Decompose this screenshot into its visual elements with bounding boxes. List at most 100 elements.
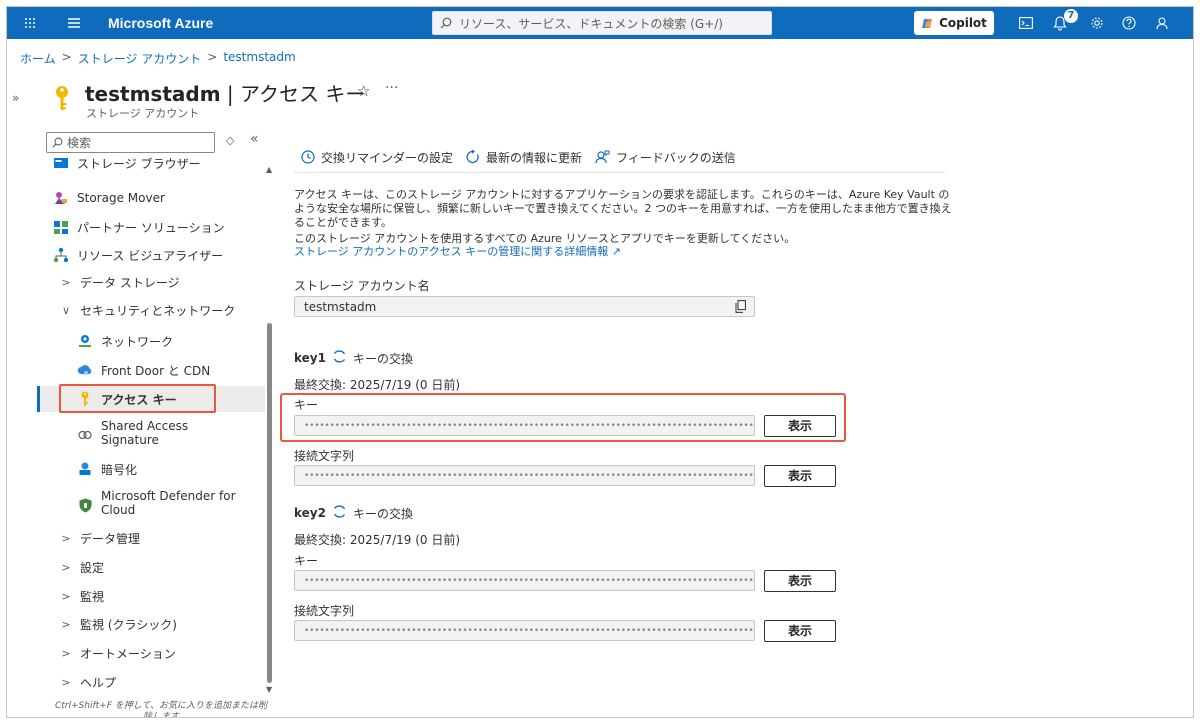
learn-more-link[interactable]: ストレージ アカウントのアクセス キーの管理に関する詳細情報 ↗ [294, 245, 795, 258]
nav-group-monitoring-classic[interactable]: > 監視 (クラシック) [60, 613, 273, 635]
help-question-icon[interactable] [1120, 7, 1138, 39]
rotate-key-icon[interactable] [332, 504, 347, 522]
scroll-down-icon[interactable]: ▼ [266, 685, 272, 694]
send-feedback-button[interactable]: フィードバックの送信 [595, 149, 736, 166]
nav-item-front-door-cdn[interactable]: Front Door と CDN [77, 359, 273, 381]
refresh-button[interactable]: 最新の情報に更新 [466, 149, 582, 166]
command-bar: 交換リマインダーの設定 最新の情報に更新 フィードバックの送信 [301, 146, 749, 168]
nav-item-resource-visualizer[interactable]: リソース ビジュアライザー [53, 244, 273, 266]
nav-item-label-line1: Microsoft Defender for [101, 489, 236, 503]
nav-group-help[interactable]: > ヘルプ [60, 671, 273, 690]
hamburger-menu-icon[interactable] [63, 7, 85, 39]
chevron-right-icon: > [61, 531, 71, 545]
key1-connection-string-label: 接続文字列 [294, 449, 355, 463]
nav-item-shared-access-signature[interactable]: Shared Access Signature [77, 419, 273, 451]
title-separator: | [226, 82, 234, 106]
selected-indicator [37, 386, 40, 412]
resource-type: ストレージ アカウント [86, 107, 200, 120]
reminder-label: 交換リマインダーの設定 [321, 150, 454, 165]
copilot-icon [922, 18, 933, 28]
partner-solutions-icon [53, 219, 69, 235]
key1-rotate-button[interactable]: キーの交換 [353, 350, 413, 367]
nav-item-partner-solutions[interactable]: パートナー ソリューション [53, 216, 273, 238]
search-icon [47, 137, 67, 148]
key1-connection-string-field[interactable]: ••••••••••••••••••••••••••••••••••••••••… [294, 465, 755, 486]
nav-group-data-management[interactable]: > データ管理 [60, 527, 273, 549]
resource-name: testmstadm [85, 82, 221, 106]
nav-group-security-networking[interactable]: ∨ セキュリティとネットワーク [60, 299, 273, 321]
key2-key-masked-value: ••••••••••••••••••••••••••••••••••••••••… [304, 575, 754, 586]
expand-sidebar-icon[interactable]: » [12, 91, 19, 105]
storage-account-name-field[interactable]: testmstadm [294, 296, 755, 317]
key2-connection-string-label: 接続文字列 [294, 604, 355, 618]
app-title[interactable]: Microsoft Azure [108, 7, 213, 39]
blade-name: アクセス キー [240, 82, 366, 106]
feedback-label: フィードバックの送信 [616, 150, 736, 165]
nav-group-monitoring[interactable]: > 監視 [60, 585, 273, 607]
favorites-hint: Ctrl+Shift+F を押して、お気に入りを追加または削除します [54, 701, 268, 718]
nav-item-storage-mover[interactable]: Storage Mover [53, 187, 273, 209]
breadcrumb: ホーム > ストレージ アカウント > testmstadm [20, 50, 296, 67]
copy-icon[interactable] [735, 300, 746, 316]
key1-connection-masked-value: ••••••••••••••••••••••••••••••••••••••••… [304, 470, 754, 481]
app-launcher-icon[interactable] [19, 7, 41, 39]
rotate-key-icon[interactable] [332, 349, 347, 367]
resource-visualizer-icon [53, 247, 69, 263]
set-rotation-reminder-button[interactable]: 交換リマインダーの設定 [301, 149, 453, 166]
key2-connection-show-button[interactable]: 表示 [764, 620, 836, 642]
key2-name: key2 [294, 506, 326, 520]
key2-rotate-button[interactable]: キーの交換 [353, 505, 413, 522]
chevron-right-icon: > [61, 675, 71, 689]
storage-browser-icon [53, 155, 69, 171]
global-search-input[interactable]: リソース、サービス、ドキュメントの検索 (G+/) [432, 11, 772, 35]
nav-item-storage-browser[interactable]: ストレージ ブラウザー [53, 155, 273, 171]
storage-mover-icon [53, 190, 69, 206]
key2-last-rotated: 最終交換: 2025/7/19 (0 日前) [294, 533, 461, 547]
nav-group-automation[interactable]: > オートメーション [60, 642, 273, 664]
nav-group-data-storage[interactable]: > データ ストレージ [60, 271, 273, 293]
command-bar-divider [294, 172, 945, 173]
breadcrumb-separator: > [207, 50, 218, 64]
chevron-right-icon: > [61, 275, 71, 289]
nav-scrollbar[interactable]: ▲ ▼ [265, 165, 273, 694]
breadcrumb-home-link[interactable]: ホーム [20, 50, 56, 67]
feedback-icon[interactable] [1153, 7, 1171, 39]
scroll-up-icon[interactable]: ▲ [266, 165, 272, 174]
encryption-icon [77, 461, 93, 477]
key2-connection-string-field[interactable]: ••••••••••••••••••••••••••••••••••••••••… [294, 620, 755, 641]
key2-connection-masked-value: ••••••••••••••••••••••••••••••••••••••••… [304, 625, 754, 636]
collapse-nav-icon[interactable]: « [250, 131, 259, 147]
chevron-down-icon: ∨ [61, 303, 71, 317]
refresh-label: 最新の情報に更新 [486, 150, 583, 165]
cloud-shell-icon[interactable] [1017, 7, 1035, 39]
nav-item-label-line1: Shared Access [101, 419, 189, 433]
more-options-icon[interactable]: ··· [385, 80, 398, 96]
key1-connection-show-button[interactable]: 表示 [764, 465, 836, 487]
external-link-icon: ↗ [611, 245, 621, 258]
key1-highlight-box [280, 393, 846, 442]
copilot-button[interactable]: Copilot [914, 11, 994, 35]
nav-item-networking[interactable]: ネットワーク [77, 330, 273, 352]
page-title: testmstadm | アクセス キー [85, 78, 365, 107]
nav-search-input[interactable]: 検索 [46, 132, 215, 153]
nav-item-encryption[interactable]: 暗号化 [77, 458, 273, 480]
settings-gear-icon[interactable] [1088, 7, 1106, 39]
nav-group-settings[interactable]: > 設定 [60, 556, 273, 578]
key2-key-show-button[interactable]: 表示 [764, 570, 836, 592]
access-key-icon [53, 85, 71, 115]
access-keys-highlight-box [59, 384, 216, 413]
breadcrumb-resource-link[interactable]: testmstadm [223, 50, 295, 67]
resource-menu: ストレージ ブラウザー Storage Mover パートナー ソリューション … [33, 153, 273, 689]
scrollbar-thumb[interactable] [267, 323, 272, 683]
chevron-right-icon: > [61, 646, 71, 660]
nav-item-defender-for-cloud[interactable]: Microsoft Defender for Cloud [77, 489, 273, 521]
key2-key-field[interactable]: ••••••••••••••••••••••••••••••••••••••••… [294, 570, 755, 591]
copilot-label: Copilot [939, 16, 987, 30]
key2-header: key2 キーの交換 [294, 504, 413, 522]
chevron-right-icon: > [61, 617, 71, 631]
storage-account-name-label: ストレージ アカウント名 [294, 279, 430, 293]
nav-sort-icon[interactable]: ◇ [226, 134, 234, 147]
favorite-star-icon[interactable]: ☆ [357, 82, 370, 100]
key1-header: key1 キーの交換 [294, 349, 413, 367]
breadcrumb-storage-accounts-link[interactable]: ストレージ アカウント [78, 50, 202, 67]
